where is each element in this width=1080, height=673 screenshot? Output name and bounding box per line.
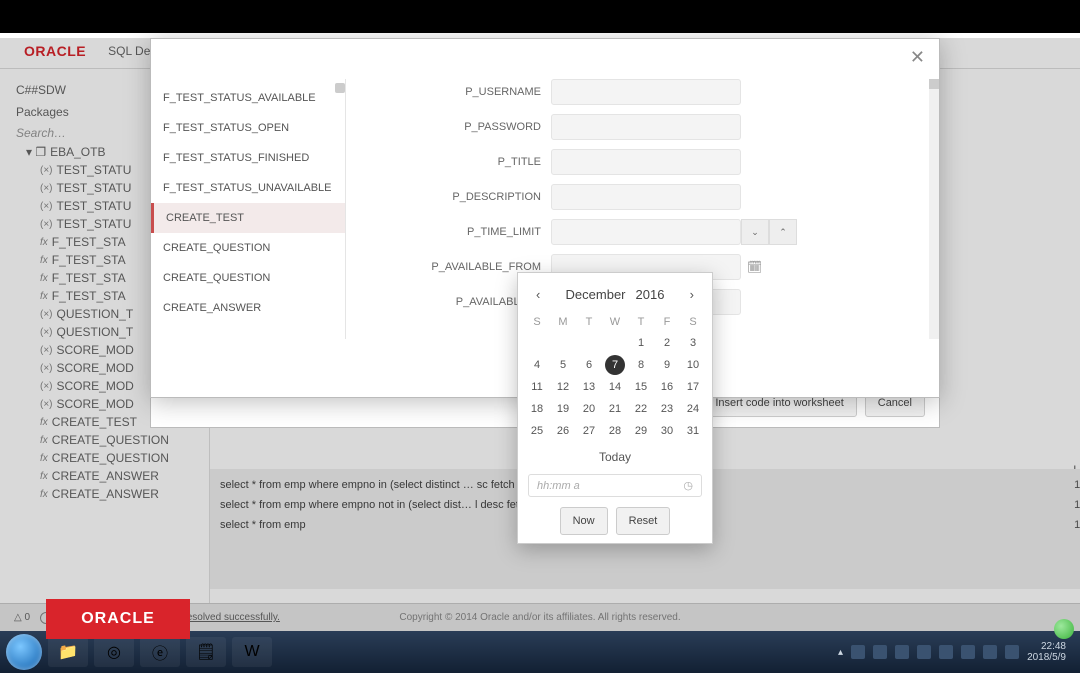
calendar-day[interactable]: 5 [550, 354, 576, 376]
oracle-badge: ORACLE [46, 599, 190, 639]
tray-icon[interactable] [873, 645, 887, 659]
func-item[interactable]: CREATE_TEST [151, 203, 345, 233]
calendar-day[interactable]: 18 [524, 398, 550, 420]
dow-label: W [602, 312, 628, 332]
param-scrollbar[interactable] [929, 79, 939, 339]
tray-icon[interactable] [895, 645, 909, 659]
notepad-icon[interactable]: 🗒 [186, 637, 226, 667]
param-input[interactable] [551, 184, 741, 210]
calendar-day[interactable]: 28 [602, 420, 628, 442]
start-button[interactable] [6, 634, 42, 670]
prev-month-icon[interactable]: ‹ [530, 285, 546, 304]
calendar-day[interactable]: 25 [524, 420, 550, 442]
param-label: P_USERNAME [406, 86, 551, 98]
param-input[interactable] [551, 114, 741, 140]
param-input[interactable] [551, 79, 741, 105]
scrollbar-thumb[interactable] [335, 83, 345, 93]
calendar-day[interactable]: 22 [628, 398, 654, 420]
param-input[interactable] [551, 219, 741, 245]
dow-label: S [680, 312, 706, 332]
now-button[interactable]: Now [560, 507, 608, 535]
tray-icon[interactable] [939, 645, 953, 659]
explorer-icon[interactable]: 📁 [48, 637, 88, 667]
param-row: P_PASSWORD [406, 114, 921, 140]
close-icon[interactable]: ✕ [910, 47, 925, 68]
calendar-day[interactable]: 11 [524, 376, 550, 398]
next-month-icon[interactable]: › [684, 285, 700, 304]
function-list[interactable]: F_TEST_STATUS_AVAILABLEF_TEST_STATUS_OPE… [151, 79, 346, 339]
calendar-icon[interactable]: 🗓 [741, 260, 762, 274]
calendar-day[interactable]: 29 [628, 420, 654, 442]
calendar-grid: SMTWTFS123456789101112131415161718192021… [524, 312, 706, 442]
param-input[interactable] [551, 149, 741, 175]
func-item[interactable]: CREATE_ANSWER [151, 293, 345, 323]
tray-icon[interactable] [983, 645, 997, 659]
dp-year[interactable]: 2016 [636, 287, 665, 302]
func-item[interactable]: F_TEST_STATUS_FINISHED [151, 143, 345, 173]
calendar-day[interactable]: 2 [654, 332, 680, 354]
param-label: P_PASSWORD [406, 121, 551, 133]
calendar-day[interactable]: 3 [680, 332, 706, 354]
dow-label: F [654, 312, 680, 332]
param-label: P_DESCRIPTION [406, 191, 551, 203]
reset-button[interactable]: Reset [616, 507, 671, 535]
param-label: P_TIME_LIMIT [406, 226, 551, 238]
dow-label: T [576, 312, 602, 332]
tray-icon[interactable] [851, 645, 865, 659]
calendar-day[interactable]: 16 [654, 376, 680, 398]
calendar-day[interactable]: 19 [550, 398, 576, 420]
calendar-day[interactable]: 1 [628, 332, 654, 354]
param-row: P_TIME_LIMIT ⌄⌃ [406, 219, 921, 245]
calendar-day[interactable]: 31 [680, 420, 706, 442]
calendar-day[interactable]: 20 [576, 398, 602, 420]
calendar-day[interactable]: 15 [628, 376, 654, 398]
calendar-day[interactable]: 4 [524, 354, 550, 376]
calendar-day[interactable]: 23 [654, 398, 680, 420]
calendar-day[interactable]: 10 [680, 354, 706, 376]
datepicker: ‹ December2016 › SMTWTFS1234567891011121… [517, 272, 713, 544]
calendar-day[interactable]: 21 [602, 398, 628, 420]
dow-label: M [550, 312, 576, 332]
today-link[interactable]: Today [524, 442, 706, 466]
tray-up-icon[interactable]: ▴ [838, 647, 843, 658]
ie-icon[interactable]: ⓔ [140, 637, 180, 667]
calendar-day[interactable]: 9 [654, 354, 680, 376]
dow-label: T [628, 312, 654, 332]
word-icon[interactable]: W [232, 637, 272, 667]
calendar-day[interactable]: 8 [628, 354, 654, 376]
spinner-down-icon[interactable]: ⌄ [741, 219, 769, 245]
func-item[interactable]: F_TEST_STATUS_OPEN [151, 113, 345, 143]
param-label: P_TITLE [406, 156, 551, 168]
func-item[interactable]: F_TEST_STATUS_UNAVAILABLE [151, 173, 345, 203]
time-input[interactable]: hh:mm a◷ [528, 474, 702, 497]
dp-month[interactable]: December [566, 287, 626, 302]
func-item[interactable]: F_TEST_STATUS_AVAILABLE [151, 83, 345, 113]
taskbar-clock[interactable]: 22:482018/5/9 [1027, 641, 1066, 663]
system-tray: ▴ 22:482018/5/9 [838, 641, 1074, 663]
dow-label: S [524, 312, 550, 332]
spinner-up-icon[interactable]: ⌃ [769, 219, 797, 245]
tray-icon[interactable] [1005, 645, 1019, 659]
param-row: P_TITLE [406, 149, 921, 175]
calendar-day[interactable]: 12 [550, 376, 576, 398]
calendar-day[interactable]: 27 [576, 420, 602, 442]
func-item[interactable]: CREATE_QUESTION [151, 233, 345, 263]
param-row: P_USERNAME [406, 79, 921, 105]
calendar-day[interactable]: 26 [550, 420, 576, 442]
green-orb-icon [1054, 619, 1074, 639]
func-item[interactable]: CREATE_QUESTION [151, 263, 345, 293]
calendar-day[interactable]: 6 [576, 354, 602, 376]
clock-icon[interactable]: ◷ [683, 479, 693, 492]
calendar-day[interactable]: 30 [654, 420, 680, 442]
chrome-icon[interactable]: ◎ [94, 637, 134, 667]
tray-icon[interactable] [917, 645, 931, 659]
calendar-day[interactable]: 13 [576, 376, 602, 398]
calendar-day[interactable]: 24 [680, 398, 706, 420]
param-row: P_DESCRIPTION [406, 184, 921, 210]
calendar-day[interactable]: 14 [602, 376, 628, 398]
tray-icon[interactable] [961, 645, 975, 659]
calendar-day[interactable]: 17 [680, 376, 706, 398]
calendar-day[interactable]: 7 [605, 355, 625, 375]
